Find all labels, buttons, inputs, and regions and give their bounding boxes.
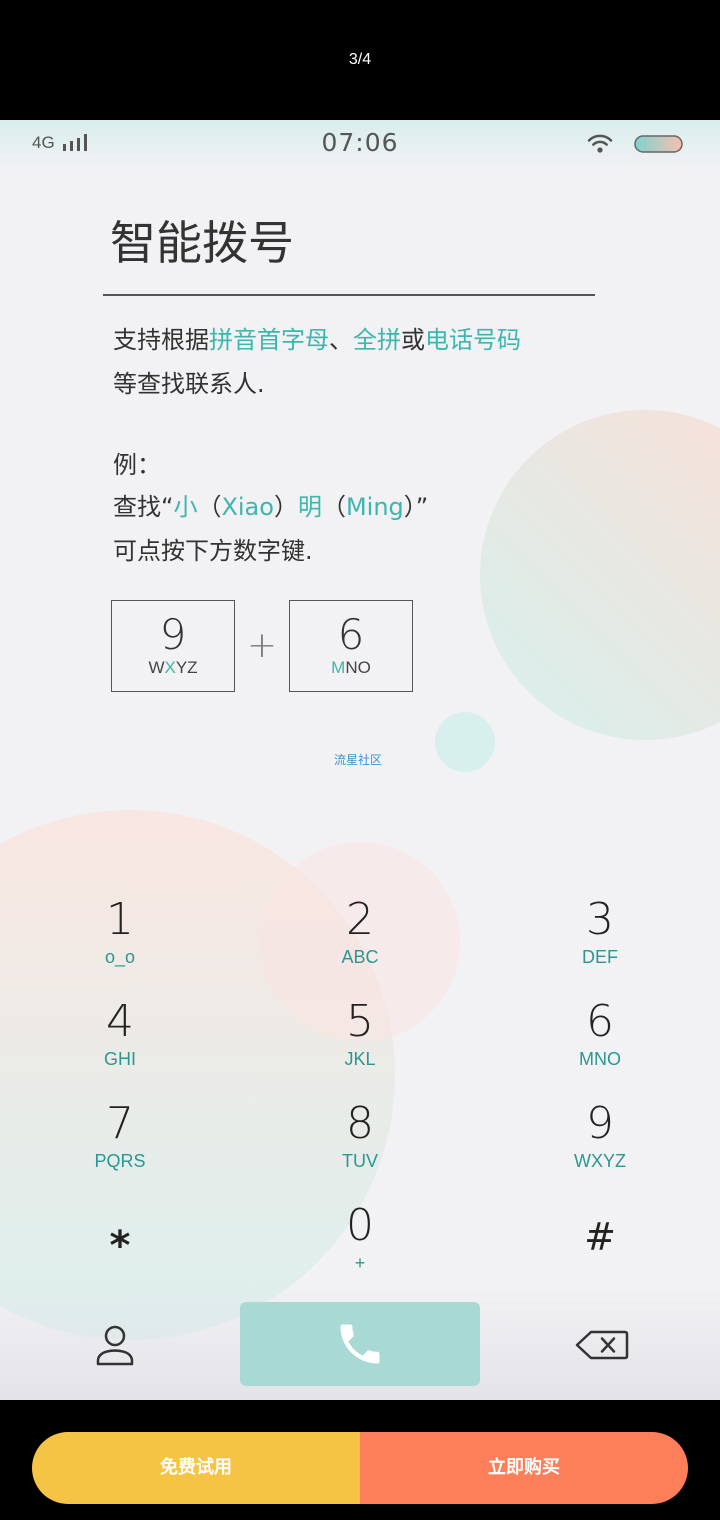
query-text: Ming bbox=[345, 493, 404, 521]
query-text: Xiao bbox=[221, 493, 274, 521]
keypad-key-3[interactable]: 3 DEF bbox=[520, 892, 680, 982]
key-digit: 2 bbox=[346, 894, 374, 945]
status-time: 07:06 bbox=[321, 128, 399, 157]
phone-icon bbox=[340, 1324, 380, 1364]
description-text: 支持根据 bbox=[113, 326, 209, 354]
signal-icon bbox=[63, 134, 87, 151]
query-text: 明 bbox=[297, 493, 322, 521]
key-digit: 9 bbox=[586, 1098, 614, 1149]
key-digit: 7 bbox=[106, 1098, 134, 1149]
example-key-digit: 6 bbox=[337, 610, 365, 659]
phone-screen-preview: 4G 07:06 智能拨号 支持根据拼音首字母、全拼或电话号码 等查找联系人. … bbox=[0, 120, 720, 1400]
keypad-key-9[interactable]: 9 WXYZ bbox=[520, 1096, 680, 1186]
letter-group: NO bbox=[345, 658, 371, 677]
example-key-9: 9 WXYZ bbox=[111, 600, 235, 692]
description-text: 全拼 bbox=[353, 326, 401, 354]
network-label: 4G bbox=[32, 133, 55, 152]
key-letters: WXYZ bbox=[574, 1151, 626, 1171]
example-key-letters: MNO bbox=[290, 658, 412, 678]
description-text: 电话号码 bbox=[425, 326, 521, 354]
description-line-2: 等查找联系人. bbox=[113, 370, 265, 398]
keypad-key-hash[interactable]: # bbox=[520, 1198, 680, 1288]
keypad-key-7[interactable]: 7 PQRS bbox=[40, 1096, 200, 1186]
key-digit: 5 bbox=[346, 996, 374, 1047]
letter-group: M bbox=[331, 658, 346, 677]
query-text: （ bbox=[197, 493, 222, 521]
status-bar: 4G 07:06 bbox=[0, 120, 720, 170]
example-key-digit: 9 bbox=[159, 610, 187, 659]
example-hint: 可点按下方数字键. bbox=[113, 537, 313, 565]
bubble-decoration bbox=[435, 712, 495, 772]
key-letters: o_o bbox=[104, 947, 136, 967]
description-text: 、 bbox=[329, 326, 353, 354]
keypad-key-5[interactable]: 5 JKL bbox=[280, 994, 440, 1084]
keypad-key-star[interactable]: * bbox=[40, 1198, 200, 1288]
bubble-decoration bbox=[480, 410, 720, 740]
contact-icon[interactable] bbox=[93, 1323, 137, 1367]
description-text: 拼音首字母 bbox=[209, 326, 329, 354]
keypad-key-1[interactable]: 1 o_o bbox=[40, 892, 200, 982]
key-letters: ABC bbox=[341, 947, 379, 967]
watermark-text: 流星社区 bbox=[334, 753, 383, 767]
key-letters: DEF bbox=[582, 947, 618, 967]
key-digit: 0 bbox=[346, 1200, 374, 1251]
key-digit: 8 bbox=[346, 1098, 374, 1149]
key-digit: 6 bbox=[586, 996, 614, 1047]
keypad-key-8[interactable]: 8 TUV bbox=[280, 1096, 440, 1186]
purchase-bar: 免费试用 立即购买 bbox=[0, 1400, 720, 1520]
query-text: （ bbox=[321, 493, 346, 521]
letter-group: W bbox=[148, 658, 165, 677]
letter-group: YZ bbox=[175, 658, 198, 677]
description-line-1: 支持根据拼音首字母、全拼或电话号码 bbox=[113, 325, 521, 355]
example-plus-sign: + bbox=[246, 625, 278, 666]
keypad-key-4[interactable]: 4 GHI bbox=[40, 994, 200, 1084]
page-title: 智能拨号 bbox=[110, 216, 294, 270]
key-digit: 1 bbox=[106, 894, 134, 945]
example-key-letters: WXYZ bbox=[112, 658, 234, 678]
buy-now-button[interactable]: 立即购买 bbox=[360, 1432, 688, 1504]
key-letters: GHI bbox=[103, 1049, 136, 1069]
example-key-6: 6 MNO bbox=[289, 600, 413, 692]
key-letters: PQRS bbox=[94, 1151, 146, 1171]
call-button[interactable] bbox=[240, 1302, 480, 1386]
example-query: 查找“小（Xiao）明（Ming）” bbox=[113, 492, 428, 522]
query-text: ） bbox=[273, 493, 298, 521]
key-letters: TUV bbox=[342, 1151, 378, 1171]
letter-group: X bbox=[164, 658, 176, 677]
battery-icon bbox=[634, 135, 683, 153]
wifi-icon bbox=[587, 134, 613, 153]
keypad-key-2[interactable]: 2 ABC bbox=[280, 892, 440, 982]
query-text: ）” bbox=[403, 493, 429, 521]
description-text: 或 bbox=[401, 326, 425, 354]
keypad-key-0[interactable]: 0 + bbox=[280, 1198, 440, 1288]
example-label: 例： bbox=[113, 451, 161, 479]
key-letters: + bbox=[354, 1253, 366, 1273]
query-text: 查找“ bbox=[113, 493, 174, 521]
key-digit: 3 bbox=[586, 894, 614, 945]
backspace-icon[interactable] bbox=[575, 1330, 629, 1360]
key-digit: 4 bbox=[106, 996, 134, 1047]
viewer-top-bar: 3/4 bbox=[0, 0, 720, 120]
keypad-key-6[interactable]: 6 MNO bbox=[520, 994, 680, 1084]
free-trial-button[interactable]: 免费试用 bbox=[32, 1432, 360, 1504]
key-letters: MNO bbox=[579, 1049, 621, 1069]
key-letters: JKL bbox=[344, 1049, 376, 1069]
title-divider bbox=[103, 294, 595, 296]
page-indicator: 3/4 bbox=[348, 51, 372, 68]
key-digit: # bbox=[584, 1215, 616, 1259]
query-text: 小 bbox=[173, 493, 198, 521]
key-digit: * bbox=[109, 1223, 131, 1269]
